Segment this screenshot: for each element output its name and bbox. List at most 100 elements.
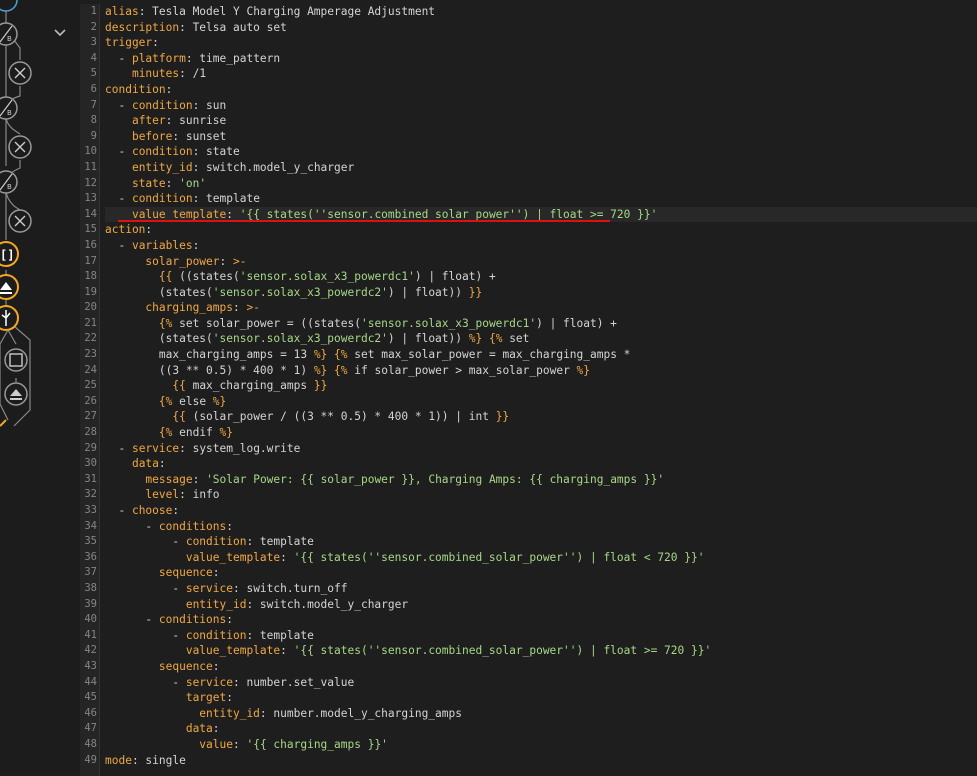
code-line[interactable]: entity_id: number.model_y_charging_amps <box>105 706 977 722</box>
code-line[interactable]: message: 'Solar Power: {{ solar_power }}… <box>105 472 977 488</box>
code-token: choose <box>131 504 173 517</box>
code-line[interactable]: sequence: <box>105 659 977 675</box>
code-token: ((states( <box>172 270 240 284</box>
code-token: value_template <box>185 550 281 564</box>
code-line[interactable]: - conditions: <box>105 519 977 535</box>
code-line[interactable]: (states('sensor.solax_x3_powerdc2') | fl… <box>105 285 977 301</box>
code-line[interactable]: condition: <box>105 82 977 98</box>
close-icon[interactable] <box>8 209 32 233</box>
code-token: }} <box>313 379 328 393</box>
code-line[interactable]: state: 'on' <box>105 176 977 192</box>
code-line[interactable]: {{ max_charging_amps }} <box>105 378 977 394</box>
code-line[interactable]: trigger: <box>105 35 977 51</box>
code-line[interactable]: data: <box>105 456 977 472</box>
code-token: max_charging_amps <box>185 379 314 393</box>
code-line[interactable]: {{ (solar_power / ((3 ** 0.5) * 400 * 1)… <box>105 409 977 425</box>
code-token: entity_id <box>199 706 260 720</box>
code-line[interactable]: ((3 ** 0.5) * 400 * 1) %} {% if solar_po… <box>105 363 977 379</box>
line-number: 21 <box>84 316 97 329</box>
code-line[interactable]: entity_id: switch.model_y_charger <box>105 160 977 176</box>
code-line[interactable]: data: <box>105 721 977 737</box>
code-line[interactable]: - service: switch.turn_off <box>105 581 977 597</box>
code-token: '{{ charging_amps }}' <box>246 737 388 751</box>
code-line[interactable]: after: sunrise <box>105 113 977 129</box>
line-number: 14 <box>84 207 97 220</box>
ab-icon[interactable]: B <box>0 22 18 46</box>
code-token: endif <box>172 426 220 440</box>
code-line[interactable]: before: sunset <box>105 129 977 145</box>
code-line[interactable]: {% set solar_power = ((states('sensor.so… <box>105 316 977 332</box>
ab-icon[interactable]: B <box>0 170 18 194</box>
code-line[interactable]: minutes: /1 <box>105 66 977 82</box>
stop-icon[interactable] <box>4 348 28 372</box>
code-token: : Tesla Model Y Charging Amperage Adjust… <box>138 5 436 18</box>
code-line[interactable]: action: <box>105 222 977 238</box>
code-line[interactable]: - service: system_log.write <box>105 441 977 457</box>
code-line[interactable]: {% endif %} <box>105 425 977 441</box>
code-token: : template <box>192 192 260 206</box>
code-line[interactable]: description: Telsa auto set <box>105 20 977 36</box>
code-line[interactable]: - condition: sun <box>105 98 977 114</box>
code-line[interactable]: - condition: template <box>105 534 977 550</box>
code-area[interactable]: alias: Tesla Model Y Charging Amperage A… <box>105 4 977 768</box>
code-line[interactable]: mode: single <box>105 753 977 769</box>
code-line[interactable]: - conditions: <box>105 612 977 628</box>
code-line[interactable]: - choose: <box>105 503 977 519</box>
code-line[interactable]: - variables: <box>105 238 977 254</box>
code-line[interactable]: - condition: state <box>105 144 977 160</box>
code-line[interactable]: solar_power: >- <box>105 254 977 270</box>
ab-icon[interactable]: B <box>0 96 18 120</box>
chevron-down-icon[interactable] <box>52 24 68 40</box>
close-icon[interactable] <box>8 61 32 85</box>
code-line[interactable]: {{ ((states('sensor.solax_x3_powerdc1') … <box>105 269 977 285</box>
line-number: 6 <box>90 82 97 95</box>
line-number-gutter: 1 2 3 4 5 6 7 8 9 10 11 12 13 14 15 16 17 18 19 20 21 22 23 24 2… <box>80 4 100 776</box>
code-token: %} <box>212 394 227 408</box>
code-line[interactable]: (states('sensor.solax_x3_powerdc2') | fl… <box>105 331 977 347</box>
code-line[interactable]: alias: Tesla Model Y Charging Amperage A… <box>105 4 977 20</box>
code-token: {% <box>488 332 503 346</box>
code-line[interactable]: max_charging_amps = 13 %} {% set max_sol… <box>105 347 977 363</box>
code-token: : <box>165 82 173 96</box>
code-line[interactable]: value_template: '{{ states(''sensor.comb… <box>105 550 977 566</box>
code-token: (solar_power / ((3 ** 0.5) * 400 * 1)) |… <box>185 410 496 424</box>
code-token: : <box>152 36 159 50</box>
code-token: : <box>226 613 233 627</box>
line-number: 28 <box>84 426 97 439</box>
code-line[interactable]: - platform: time_pattern <box>105 51 977 67</box>
code-line[interactable]: value_template: '{{ states(''sensor.comb… <box>105 643 977 659</box>
code-line[interactable]: value: '{{ charging_amps }}' <box>105 737 977 753</box>
eject-icon[interactable] <box>4 382 28 406</box>
code-token: charging_amps <box>145 301 233 315</box>
code-token: : <box>212 722 220 736</box>
svg-text:[]: [] <box>0 248 14 262</box>
code-line[interactable]: entity_id: switch.model_y_charger <box>105 597 977 613</box>
code-token: after <box>131 114 166 128</box>
code-token: entity_id <box>185 597 247 611</box>
code-token: service <box>185 675 233 689</box>
code-token: %} <box>468 332 483 346</box>
eject-icon[interactable] <box>0 274 19 300</box>
code-line[interactable]: {% else %} <box>105 394 977 410</box>
code-line[interactable]: - service: number.set_value <box>105 675 977 691</box>
code-line[interactable]: - condition: template <box>105 628 977 644</box>
code-line[interactable]: target: <box>105 690 977 706</box>
usb-icon[interactable] <box>0 305 19 331</box>
code-line[interactable]: sequence: <box>105 565 977 581</box>
code-token: : switch.turn_off <box>232 581 348 595</box>
code-token: value <box>199 737 233 751</box>
code-line[interactable]: charging_amps: >- <box>105 300 977 316</box>
code-token: {% <box>158 394 173 408</box>
line-number: 1 <box>90 5 97 17</box>
code-line[interactable]: level: info <box>105 487 977 503</box>
bracket-icon[interactable]: [] <box>0 241 19 267</box>
yaml-code-editor[interactable]: 1 2 3 4 5 6 7 8 9 10 11 12 13 14 15 16 17 18 19 20 21 22 23 24 2… <box>80 0 977 776</box>
close-icon[interactable] <box>8 135 32 159</box>
code-line[interactable]: - condition: template <box>105 191 977 207</box>
line-number: 45 <box>84 691 97 704</box>
edit-icon[interactable] <box>0 0 18 12</box>
